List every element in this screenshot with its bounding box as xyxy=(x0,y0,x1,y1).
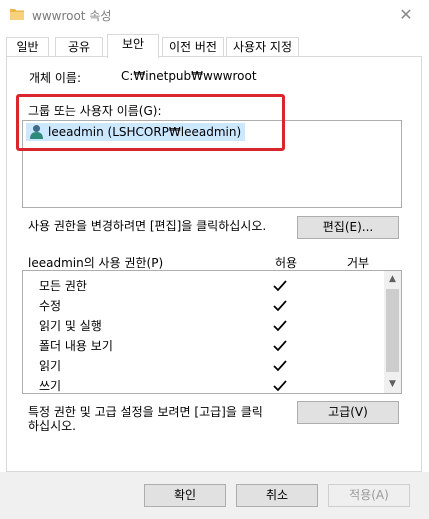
scrollbar-thumb[interactable] xyxy=(386,289,399,372)
object-name-value: C:₩inetpub₩wwwroot xyxy=(121,69,257,83)
permission-name: 모든 권한 xyxy=(39,279,87,293)
apply-button[interactable]: 적용(A) xyxy=(328,484,410,507)
checkmark-icon xyxy=(273,380,287,392)
cancel-button[interactable]: 취소 xyxy=(236,484,318,507)
groups-list[interactable]: leeadmin (LSHCORP₩leeadmin) xyxy=(22,120,402,208)
tab-security[interactable]: 보안 xyxy=(107,34,159,58)
deny-header: 거부 xyxy=(347,256,370,270)
permission-name: 읽기 xyxy=(39,359,62,373)
checkmark-icon xyxy=(273,340,287,352)
window-title: wwwroot 속성 xyxy=(32,9,112,23)
close-icon: ✕ xyxy=(399,5,413,24)
checkmark-icon xyxy=(273,320,287,332)
table-row: 모든 권한 xyxy=(23,275,383,295)
folder-icon xyxy=(10,9,24,20)
user-icon xyxy=(30,125,43,139)
change-hint: 사용 권한을 변경하려면 [편집]을 클릭하십시오. xyxy=(28,219,267,233)
permission-name: 수정 xyxy=(39,299,62,313)
ok-button[interactable]: 확인 xyxy=(144,484,226,507)
tab-general[interactable]: 일반 xyxy=(6,37,49,57)
permission-name: 쓰기 xyxy=(39,379,62,393)
close-button[interactable]: ✕ xyxy=(383,0,429,30)
permission-name: 폴더 내용 보기 xyxy=(39,339,113,353)
table-row: 쓰기 xyxy=(23,375,383,393)
tab-sharing[interactable]: 공유 xyxy=(55,37,103,57)
list-item[interactable]: leeadmin (LSHCORP₩leeadmin) xyxy=(26,123,246,141)
scroll-up-icon[interactable]: ▲ xyxy=(384,271,401,288)
group-item-label: leeadmin (LSHCORP₩leeadmin) xyxy=(48,125,242,139)
table-row: 수정 xyxy=(23,295,383,315)
title-bar: wwwroot 속성 ✕ xyxy=(0,0,429,30)
permissions-list[interactable]: 모든 권한 수정 읽기 및 실행 폴더 내용 보기 읽기 쓰기 ▲ ▼ xyxy=(22,270,402,394)
table-row: 폴더 내용 보기 xyxy=(23,335,383,355)
table-row: 읽기 및 실행 xyxy=(23,315,383,335)
checkmark-icon xyxy=(273,360,287,372)
scroll-down-icon[interactable]: ▼ xyxy=(384,376,401,393)
groups-label: 그룹 또는 사용자 이름(G): xyxy=(28,104,162,118)
tab-previous-versions[interactable]: 이전 버전 xyxy=(162,37,224,57)
allow-header: 허용 xyxy=(275,256,298,270)
checkmark-icon xyxy=(273,300,287,312)
checkmark-icon xyxy=(273,280,287,292)
table-row: 읽기 xyxy=(23,355,383,375)
permissions-label: leeadmin의 사용 권한(P) xyxy=(28,256,164,270)
advanced-hint-line2: 하십시오. xyxy=(28,419,76,433)
advanced-button[interactable]: 고급(V) xyxy=(297,401,399,424)
tab-customize[interactable]: 사용자 지정 xyxy=(226,37,299,57)
object-name-label: 개체 이름: xyxy=(29,71,82,85)
permission-name: 읽기 및 실행 xyxy=(39,319,102,333)
edit-button[interactable]: 편집(E)... xyxy=(297,216,399,239)
scrollbar[interactable]: ▲ ▼ xyxy=(384,271,401,393)
